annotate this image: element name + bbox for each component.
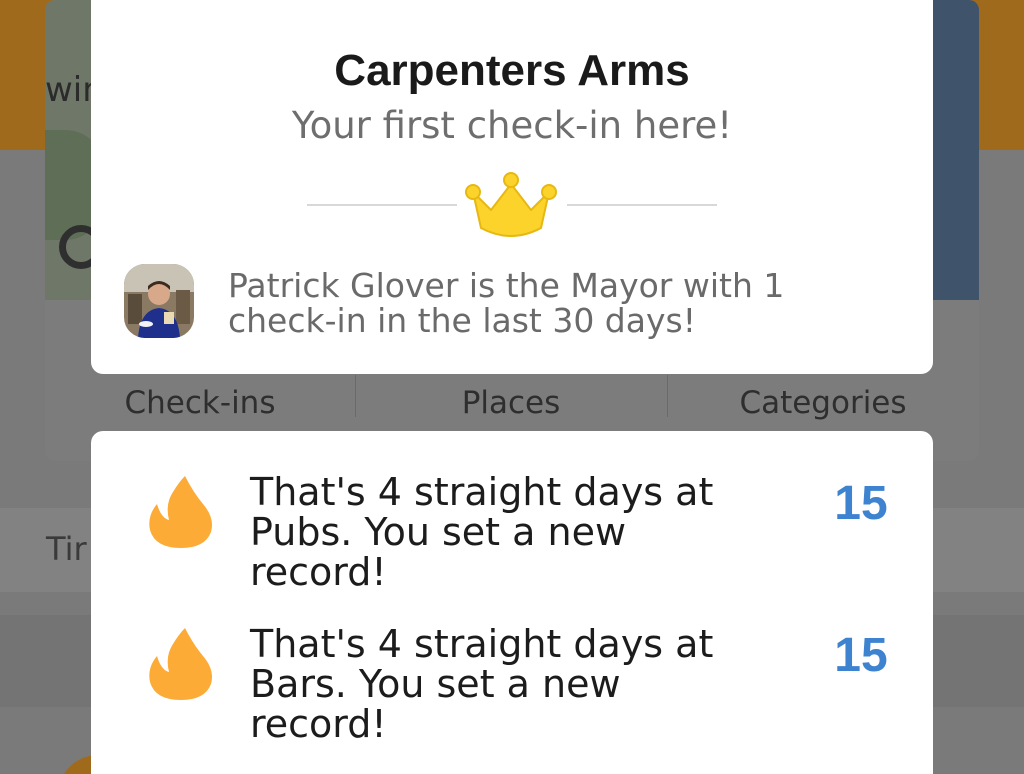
streak-row: That's 4 straight days at Pubs. You set … [91,472,933,612]
stat-checkins-label[interactable]: Check-ins [45,385,355,421]
divider-left [307,204,457,206]
stat-categories-label[interactable]: Categories [668,385,978,421]
stat-places-label[interactable]: Places [356,385,666,421]
timeline-label: Tir [46,530,87,568]
venue-title: Carpenters Arms [334,46,690,95]
streak-points: 15 [834,629,888,682]
mayor-avatar[interactable] [124,264,194,338]
flame-icon [149,628,212,700]
flame-icon [149,476,212,548]
streak-message: That's 4 straight days at Pubs. You set … [250,470,714,594]
mayor-message: Patrick Glover is the Mayor with 1 check… [228,266,785,340]
mayor-card: Carpenters Arms Your first check-in here… [91,0,933,374]
streak-message: That's 4 straight days at Bars. You set … [250,622,714,746]
streak-points: 15 [834,477,888,530]
first-checkin-subtitle: Your first check-in here! [291,104,733,147]
streak-row: That's 4 straight days at Bars. You set … [91,624,933,764]
crown-icon [465,172,557,237]
streaks-card: That's 4 straight days at Pubs. You set … [91,431,933,774]
divider-right [567,204,717,206]
